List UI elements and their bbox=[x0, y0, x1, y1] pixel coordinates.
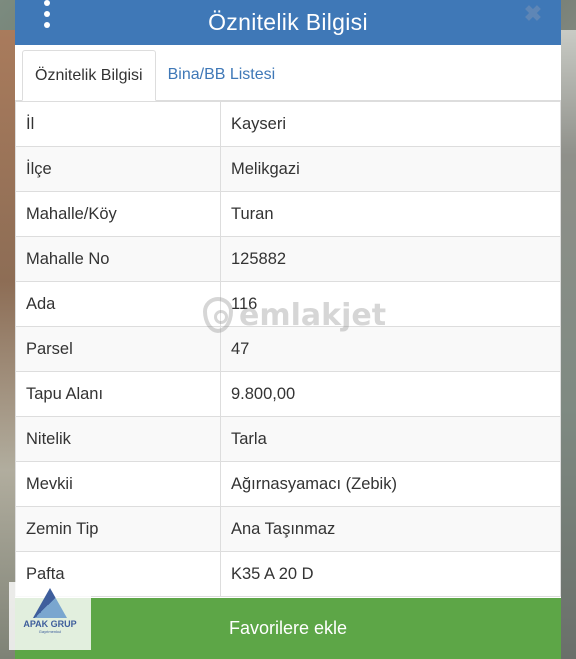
menu-dot bbox=[44, 11, 50, 17]
modal-title: Öznitelik Bilgisi bbox=[208, 9, 368, 35]
attribute-table-container: İl Kayseri İlçe Melikgazi Mahalle/Köy Tu… bbox=[15, 101, 561, 598]
table-row: Mevkii Ağırnasyamacı (Zebik) bbox=[15, 461, 561, 507]
attribute-value: Ana Taşınmaz bbox=[220, 506, 561, 552]
attribute-key: Ada bbox=[15, 281, 221, 327]
attribute-value: 47 bbox=[220, 326, 561, 372]
map-edge-left bbox=[0, 30, 16, 659]
favorites-button[interactable]: Favorilere ekle bbox=[15, 598, 561, 659]
vertical-ellipsis-icon[interactable] bbox=[39, 0, 55, 28]
table-row: Parsel 47 bbox=[15, 326, 561, 372]
attribute-value: Melikgazi bbox=[220, 146, 561, 192]
attribute-value: 9.800,00 bbox=[220, 371, 561, 417]
tab-building-list[interactable]: Bina/BB Listesi bbox=[156, 49, 288, 100]
table-row: Tapu Alanı 9.800,00 bbox=[15, 371, 561, 417]
attribute-value: Tarla bbox=[220, 416, 561, 462]
attribute-key: Mahalle No bbox=[15, 236, 221, 282]
logo-name: APAK GRUP bbox=[23, 619, 77, 629]
favorites-button-label: Favorilere ekle bbox=[228, 618, 348, 638]
table-row: Nitelik Tarla bbox=[15, 416, 561, 462]
menu-dot bbox=[44, 22, 50, 28]
map-edge-right bbox=[560, 30, 576, 659]
attribute-value: Ağırnasyamacı (Zebik) bbox=[220, 461, 561, 507]
table-row: Pafta K35 A 20 D bbox=[15, 551, 561, 597]
close-icon[interactable]: ✖ bbox=[523, 3, 543, 25]
attribute-value: Turan bbox=[220, 191, 561, 237]
attribute-key: Zemin Tip bbox=[15, 506, 221, 552]
attribute-modal: Öznitelik Bilgisi ✖ Öznitelik Bilgisi Bi… bbox=[15, 0, 561, 659]
attribute-key: Nitelik bbox=[15, 416, 221, 462]
logo-subtitle: Gayrimenkul bbox=[38, 629, 62, 634]
attribute-key: İl bbox=[15, 101, 221, 147]
tab-attribute-info[interactable]: Öznitelik Bilgisi bbox=[22, 50, 156, 101]
attribute-key: İlçe bbox=[15, 146, 221, 192]
table-row: İlçe Melikgazi bbox=[15, 146, 561, 192]
attribute-key: Mevkii bbox=[15, 461, 221, 507]
table-row: Ada 116 bbox=[15, 281, 561, 327]
attribute-key: Parsel bbox=[15, 326, 221, 372]
company-logo: APAK GRUP Gayrimenkul bbox=[9, 582, 91, 650]
tab-bar: Öznitelik Bilgisi Bina/BB Listesi bbox=[15, 45, 561, 101]
menu-dot bbox=[44, 0, 50, 6]
table-row: Mahalle/Köy Turan bbox=[15, 191, 561, 237]
table-row: İl Kayseri bbox=[15, 101, 561, 147]
attribute-value: 125882 bbox=[220, 236, 561, 282]
table-row: Mahalle No 125882 bbox=[15, 236, 561, 282]
attribute-key: Tapu Alanı bbox=[15, 371, 221, 417]
attribute-key: Mahalle/Köy bbox=[15, 191, 221, 237]
table-row: Zemin Tip Ana Taşınmaz bbox=[15, 506, 561, 552]
attribute-value: K35 A 20 D bbox=[220, 551, 561, 597]
logo-mark-icon bbox=[33, 588, 67, 618]
attribute-value: 116 bbox=[220, 281, 561, 327]
attribute-value: Kayseri bbox=[220, 101, 561, 147]
attribute-table: İl Kayseri İlçe Melikgazi Mahalle/Köy Tu… bbox=[15, 101, 561, 597]
modal-header: Öznitelik Bilgisi ✖ bbox=[15, 0, 561, 45]
